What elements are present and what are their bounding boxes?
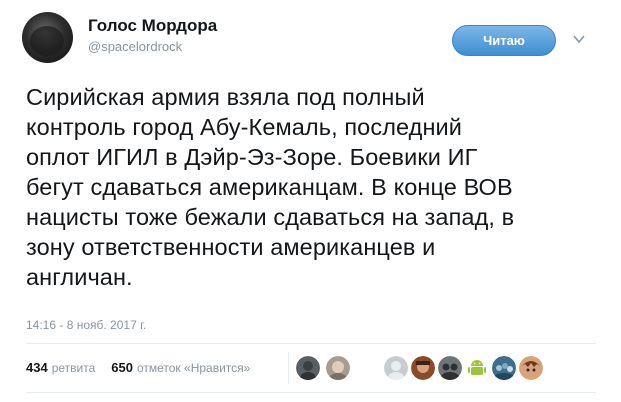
- tweet-line: нацисты тоже бежали сдаваться на запад, …: [26, 204, 515, 230]
- author-handle[interactable]: @spacelordrock: [88, 38, 217, 56]
- tweet-line: оплот ИГИЛ в Дэйр-Эз-Зоре. Боевики ИГ: [26, 144, 478, 170]
- android-icon: [465, 356, 489, 380]
- tweet-line: англичан.: [26, 264, 133, 290]
- tweet-line: бегут сдаваться американцам. В конце ВОВ: [26, 174, 513, 200]
- avatar-crowd-icon: [492, 356, 516, 380]
- divider: [26, 343, 596, 344]
- likes-count[interactable]: 650: [111, 360, 133, 375]
- avatar-gray-icon: [296, 356, 320, 380]
- liker-avatar[interactable]: [384, 356, 408, 380]
- tweet-text: Сирийская армия взяла под полный контрол…: [26, 82, 606, 292]
- follow-button[interactable]: Читаю: [452, 25, 556, 56]
- avatar-anime-icon: [519, 356, 543, 380]
- avatar-portrait-icon: [411, 356, 435, 380]
- author-avatar[interactable]: [22, 12, 73, 63]
- retweets-label[interactable]: ретвита: [52, 361, 96, 375]
- likes-label[interactable]: отметок «Нравится»: [137, 361, 250, 375]
- avatar-face-icon: [326, 356, 350, 380]
- retweets-count[interactable]: 434: [26, 360, 48, 375]
- liker-avatar[interactable]: [438, 356, 462, 380]
- stats-separator: [288, 352, 289, 384]
- tweet-stats: 434 ретвита 650 отметок «Нравится»: [26, 360, 250, 375]
- liker-avatar[interactable]: [492, 356, 516, 380]
- liker-avatar[interactable]: [411, 356, 435, 380]
- liker-avatar[interactable]: [296, 356, 320, 380]
- tweet-line: зону ответственности американцев и: [26, 234, 436, 260]
- author-info: Голос Мордора @spacelordrock: [88, 16, 217, 56]
- divider: [26, 392, 596, 393]
- tweet-line: контроль город Абу-Кемаль, последний: [26, 114, 462, 140]
- tweet-timestamp[interactable]: 14:16 - 8 нояб. 2017 г.: [26, 318, 146, 332]
- avatar-default-icon: [384, 356, 408, 380]
- author-display-name[interactable]: Голос Мордора: [88, 16, 217, 36]
- chevron-down-icon[interactable]: [572, 32, 586, 46]
- liker-avatar[interactable]: [465, 356, 489, 380]
- tweet-line: Сирийская армия взяла под полный: [26, 84, 425, 110]
- avatar-group-icon: [438, 356, 462, 380]
- liker-avatar[interactable]: [326, 356, 350, 380]
- liker-avatar[interactable]: [519, 356, 543, 380]
